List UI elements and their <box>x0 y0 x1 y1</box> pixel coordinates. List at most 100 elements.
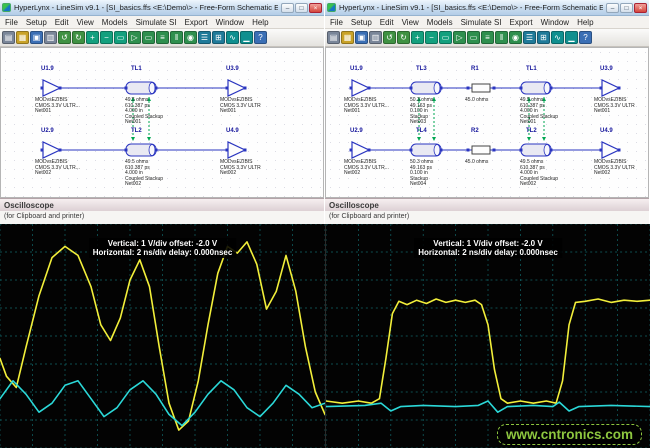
add-resistor-icon[interactable]: ≡ <box>156 31 169 44</box>
zoom-fit-icon[interactable]: ▭ <box>114 31 127 44</box>
add-buffer-icon[interactable]: ▷ <box>453 31 466 44</box>
schematic-canvas[interactable]: U1.9MODvsEZIBIS CMOS 3.3V ULTR... Net001… <box>0 47 324 198</box>
minimize-button[interactable]: – <box>606 3 619 13</box>
component-ref[interactable]: R2 <box>471 128 479 134</box>
component-ref[interactable]: U2.9 <box>350 128 363 134</box>
component-ref[interactable]: TL1 <box>526 66 537 72</box>
help-icon[interactable]: ? <box>579 31 592 44</box>
component-ref[interactable]: TL2 <box>526 128 537 134</box>
component-ref[interactable]: U3.9 <box>226 66 239 72</box>
menu-export[interactable]: Export <box>506 18 537 27</box>
component-ref[interactable]: TL2 <box>131 128 142 134</box>
component-ref[interactable]: TL4 <box>416 128 427 134</box>
tline-symbol[interactable] <box>521 144 551 156</box>
menu-file[interactable]: File <box>1 18 22 27</box>
add-transmission-line-icon[interactable]: ▭ <box>467 31 480 44</box>
menu-simulate-si[interactable]: Simulate SI <box>457 18 506 27</box>
oscilloscope-caption[interactable]: Oscilloscope <box>0 198 324 211</box>
oscilloscope-icon[interactable]: ∿ <box>226 31 239 44</box>
tline-symbol[interactable] <box>521 82 551 94</box>
close-button[interactable]: × <box>634 3 647 13</box>
save-file-icon[interactable]: ▣ <box>30 31 43 44</box>
stackup-editor-icon[interactable]: ☰ <box>198 31 211 44</box>
oscilloscope-caption[interactable]: Oscilloscope <box>325 198 649 211</box>
zoom-fit-icon[interactable]: ▭ <box>439 31 452 44</box>
menu-edit[interactable]: Edit <box>376 18 398 27</box>
component-ref[interactable]: U4.9 <box>226 128 239 134</box>
add-resistor-icon[interactable]: ≡ <box>481 31 494 44</box>
spreadsheet-icon[interactable]: ⊞ <box>212 31 225 44</box>
component-ref[interactable]: U3.9 <box>600 66 613 72</box>
menu-setup[interactable]: Setup <box>347 18 376 27</box>
oscilloscope-icon[interactable]: ∿ <box>551 31 564 44</box>
buffer-symbol[interactable] <box>43 142 60 158</box>
print-icon[interactable]: ▥ <box>369 31 382 44</box>
spectrum-analyzer-icon[interactable]: ▁ <box>565 31 578 44</box>
component-ref[interactable]: U4.9 <box>600 128 613 134</box>
title-bar[interactable]: HyperLynx - LineSim v9.1 - [SI_basics.ff… <box>325 0 649 16</box>
buffer-symbol[interactable] <box>43 80 60 96</box>
zoom-in-icon[interactable]: + <box>411 31 424 44</box>
menu-view[interactable]: View <box>73 18 98 27</box>
tline-symbol[interactable] <box>411 144 441 156</box>
maximize-button[interactable]: □ <box>620 3 633 13</box>
menu-help[interactable]: Help <box>248 18 272 27</box>
new-file-icon[interactable]: ▤ <box>327 31 340 44</box>
minimize-button[interactable]: – <box>281 3 294 13</box>
buffer-symbol[interactable] <box>352 80 369 96</box>
save-file-icon[interactable]: ▣ <box>355 31 368 44</box>
resistor-symbol[interactable] <box>472 84 490 92</box>
zoom-out-icon[interactable]: − <box>425 31 438 44</box>
buffer-symbol[interactable] <box>228 142 245 158</box>
menu-simulate-si[interactable]: Simulate SI <box>132 18 181 27</box>
undo-icon[interactable]: ↺ <box>58 31 71 44</box>
tline-symbol[interactable] <box>126 144 156 156</box>
component-ref[interactable]: TL3 <box>416 66 427 72</box>
buffer-symbol[interactable] <box>228 80 245 96</box>
title-bar[interactable]: HyperLynx - LineSim v9.1 - [SI_basics.ff… <box>0 0 324 16</box>
add-capacitor-icon[interactable]: ‖ <box>495 31 508 44</box>
tline-symbol[interactable] <box>411 82 441 94</box>
menu-file[interactable]: File <box>326 18 347 27</box>
redo-icon[interactable]: ↻ <box>397 31 410 44</box>
close-button[interactable]: × <box>309 3 322 13</box>
zoom-in-icon[interactable]: + <box>86 31 99 44</box>
menu-export[interactable]: Export <box>181 18 212 27</box>
menu-models[interactable]: Models <box>98 18 132 27</box>
menu-setup[interactable]: Setup <box>22 18 51 27</box>
menu-window[interactable]: Window <box>537 18 573 27</box>
menu-window[interactable]: Window <box>212 18 248 27</box>
buffer-symbol[interactable] <box>602 80 619 96</box>
component-ref[interactable]: U1.9 <box>41 66 54 72</box>
component-ref[interactable]: TL1 <box>131 66 142 72</box>
open-file-icon[interactable]: ▦ <box>341 31 354 44</box>
print-icon[interactable]: ▥ <box>44 31 57 44</box>
undo-icon[interactable]: ↺ <box>383 31 396 44</box>
buffer-symbol[interactable] <box>352 142 369 158</box>
add-buffer-icon[interactable]: ▷ <box>128 31 141 44</box>
buffer-symbol[interactable] <box>602 142 619 158</box>
component-ref[interactable]: U2.9 <box>41 128 54 134</box>
new-file-icon[interactable]: ▤ <box>2 31 15 44</box>
component-ref[interactable]: R1 <box>471 66 479 72</box>
add-probe-icon[interactable]: ◉ <box>184 31 197 44</box>
menu-models[interactable]: Models <box>423 18 457 27</box>
menu-edit[interactable]: Edit <box>51 18 73 27</box>
component-ref[interactable]: U1.9 <box>350 66 363 72</box>
redo-icon[interactable]: ↻ <box>72 31 85 44</box>
open-file-icon[interactable]: ▦ <box>16 31 29 44</box>
maximize-button[interactable]: □ <box>295 3 308 13</box>
menu-help[interactable]: Help <box>573 18 597 27</box>
schematic-canvas[interactable]: U1.9MODvsEZIBIS CMOS 3.3V ULTR... Net001… <box>325 47 649 198</box>
spectrum-analyzer-icon[interactable]: ▁ <box>240 31 253 44</box>
help-icon[interactable]: ? <box>254 31 267 44</box>
zoom-out-icon[interactable]: − <box>100 31 113 44</box>
add-capacitor-icon[interactable]: ‖ <box>170 31 183 44</box>
menu-view[interactable]: View <box>398 18 423 27</box>
spreadsheet-icon[interactable]: ⊞ <box>537 31 550 44</box>
add-probe-icon[interactable]: ◉ <box>509 31 522 44</box>
resistor-symbol[interactable] <box>472 146 490 154</box>
stackup-editor-icon[interactable]: ☰ <box>523 31 536 44</box>
add-transmission-line-icon[interactable]: ▭ <box>142 31 155 44</box>
tline-symbol[interactable] <box>126 82 156 94</box>
